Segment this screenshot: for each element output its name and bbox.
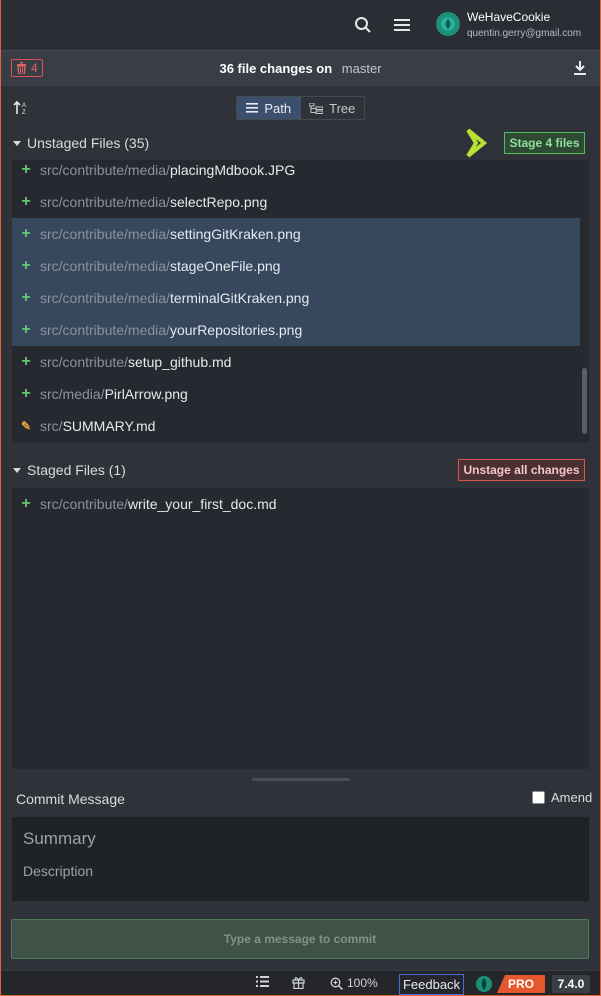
file-dir: src/contribute/ (40, 496, 128, 512)
file-dir: src/contribute/media/ (40, 194, 170, 210)
unstaged-file-list[interactable]: + src/contribute/media/placingMdbook.JPG +… (12, 160, 589, 442)
svg-text:Z: Z (22, 110, 26, 116)
hamburger-menu-icon[interactable] (390, 13, 414, 37)
activity-log-icon[interactable] (256, 976, 269, 987)
file-row[interactable]: + src/contribute/media/placingMdbook.JPG (12, 160, 580, 186)
file-name: write_your_first_doc.md (127, 496, 277, 512)
resize-handle[interactable] (252, 778, 350, 781)
branch-name: master (341, 61, 382, 76)
summary-input[interactable]: Summary (23, 829, 96, 849)
file-row[interactable]: + src/contribute/media/stageOneFile.png (12, 250, 580, 282)
file-name: setup_github.md (127, 354, 232, 370)
plus-icon: + (21, 385, 31, 402)
file-row[interactable]: + src/contribute/media/selectRepo.png (12, 186, 580, 218)
file-name: yourRepositories.png (169, 322, 303, 338)
file-name: terminalGitKraken.png (169, 290, 310, 306)
sort-icon[interactable]: AZ (13, 100, 29, 121)
account-name[interactable]: WeHaveCookie (467, 10, 550, 24)
pro-badge[interactable]: PRO (497, 975, 545, 993)
plus-icon: + (21, 225, 31, 242)
file-name: placingMdbook.JPG (169, 162, 296, 178)
file-dir: src/ (40, 418, 63, 434)
file-name: settingGitKraken.png (169, 226, 301, 242)
feedback-button[interactable]: Feedback (399, 974, 464, 995)
staging-panel: AZ Path Tree Unstaged Files (35) Stage 4… (0, 86, 601, 970)
file-dir: src/contribute/media/ (40, 322, 170, 338)
tree-view-label: Tree (329, 100, 356, 116)
zoom-icon (330, 977, 343, 990)
zoom-control[interactable]: 100% (330, 976, 378, 990)
file-name: SUMMARY.md (62, 418, 156, 434)
file-row[interactable]: ✎ src/SUMMARY.md (12, 410, 580, 442)
file-dir: src/media/ (40, 386, 105, 402)
unstaged-files-title: Unstaged Files (35) (27, 135, 150, 151)
caret-down-icon (13, 140, 21, 146)
plus-icon: + (21, 193, 31, 210)
plus-icon: + (21, 353, 31, 370)
file-row[interactable]: + src/contribute/media/yourRepositories.p… (12, 314, 580, 346)
commit-button[interactable]: Type a message to commit (11, 919, 589, 959)
download-icon[interactable] (573, 60, 587, 81)
caret-down-icon (13, 467, 21, 473)
file-dir: src/contribute/ (40, 354, 128, 370)
plus-icon: + (21, 321, 31, 338)
file-row[interactable]: + src/contribute/setup_github.md (12, 346, 580, 378)
tree-icon (309, 102, 324, 114)
top-bar: WeHaveCookie quentin.gerry@gmail.com (0, 0, 601, 50)
file-row[interactable]: + src/contribute/media/settingGitKraken.p… (12, 218, 580, 250)
gift-icon[interactable] (292, 976, 305, 989)
plus-icon: + (21, 161, 31, 178)
plus-icon: + (21, 289, 31, 306)
path-view-label: Path (264, 100, 292, 116)
file-dir: src/contribute/media/ (40, 226, 170, 242)
scrollbar[interactable] (582, 368, 587, 434)
file-dir: src/contribute/media/ (40, 162, 170, 178)
commit-message-label: Commit Message (16, 791, 125, 807)
staged-files-header[interactable]: Staged Files (1) (13, 458, 126, 482)
svg-text:A: A (22, 103, 26, 109)
pencil-icon: ✎ (20, 419, 32, 433)
version-badge: 7.4.0 (552, 975, 590, 993)
unstage-all-button[interactable]: Unstage all changes (458, 459, 585, 481)
file-row[interactable]: + src/media/PirlArrow.png (12, 378, 580, 410)
staged-file-list[interactable]: + src/contribute/write_your_first_doc.md (12, 488, 589, 769)
file-dir: src/contribute/media/ (40, 290, 170, 306)
zoom-level: 100% (347, 976, 378, 990)
avatar[interactable] (436, 12, 460, 36)
file-name: stageOneFile.png (169, 258, 281, 274)
file-row[interactable]: + src/contribute/write_your_first_doc.md (12, 488, 580, 520)
stage-files-button[interactable]: Stage 4 files (504, 132, 585, 154)
file-row[interactable]: + src/contribute/media/terminalGitKraken.… (12, 282, 580, 314)
plus-icon: + (21, 257, 31, 274)
path-view-button[interactable]: Path (237, 97, 301, 119)
list-icon (246, 103, 259, 113)
description-input[interactable]: Description (23, 863, 93, 879)
view-toggle: Path Tree (236, 96, 365, 120)
account-email: quentin.gerry@gmail.com (467, 28, 582, 39)
checkbox-icon (532, 791, 545, 804)
file-dir: src/contribute/media/ (40, 258, 170, 274)
file-name: PirlArrow.png (104, 386, 188, 402)
commit-message-box: Summary Description (12, 817, 589, 901)
changes-title: 36 file changes on master (0, 61, 601, 76)
changes-header: 4 36 file changes on master (0, 50, 601, 86)
search-icon[interactable] (351, 13, 375, 37)
status-bar: 100% Feedback PRO 7.4.0 (0, 970, 601, 996)
amend-checkbox[interactable]: Amend (532, 790, 592, 805)
amend-label: Amend (551, 790, 593, 805)
plus-icon: + (21, 495, 31, 512)
unstaged-files-header[interactable]: Unstaged Files (35) (13, 131, 149, 155)
staged-files-title: Staged Files (1) (27, 462, 126, 478)
gitkraken-logo-icon (475, 975, 493, 993)
file-changes-text: 36 file changes on (219, 61, 333, 76)
tree-view-button[interactable]: Tree (301, 97, 365, 119)
file-name: selectRepo.png (169, 194, 268, 210)
